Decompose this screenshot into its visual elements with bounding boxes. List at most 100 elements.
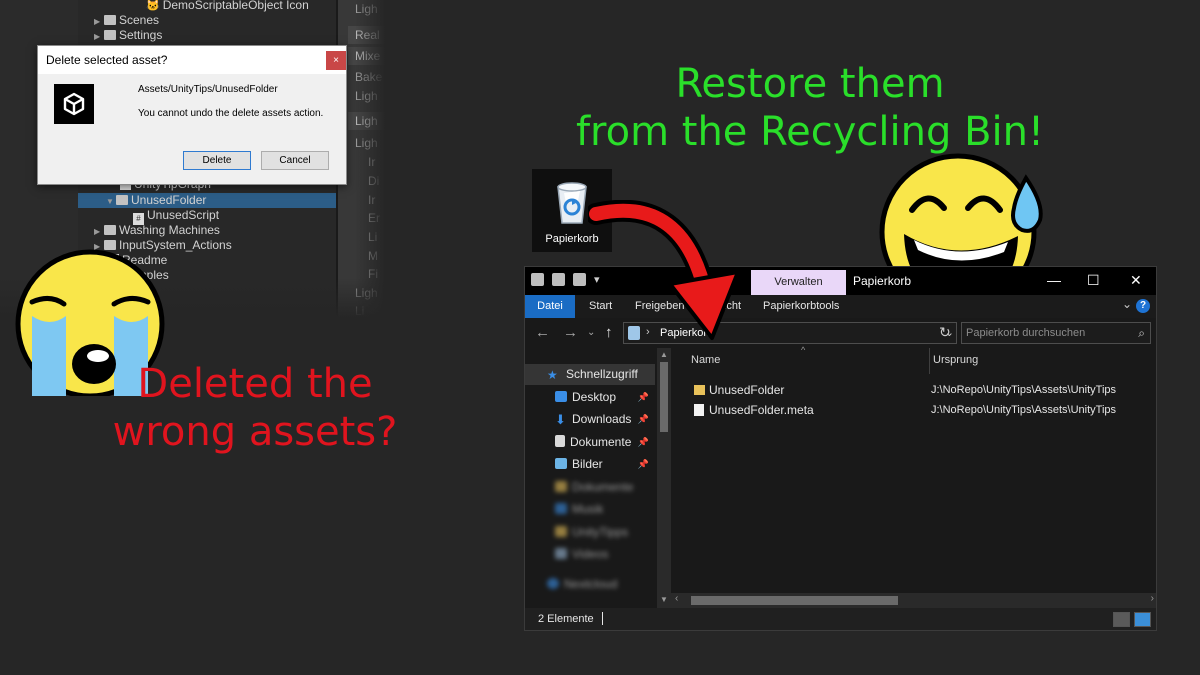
nav-item-label: UnityTipps [572, 525, 629, 539]
file-row[interactable]: UnusedFolder J:\NoRepo\UnityTips\Assets\… [691, 380, 1151, 400]
nav-pane-scrollbar[interactable]: ▲ ▼ [657, 348, 671, 608]
nav-item-blurred[interactable]: Musik [525, 499, 655, 520]
file-name: UnusedFolder [709, 383, 785, 397]
pin-icon[interactable]: 📌 [638, 454, 649, 475]
star-icon: ★ [547, 368, 558, 382]
tree-item-unused-folder[interactable]: ▼ UnusedFolder [78, 193, 336, 208]
folder-icon [104, 225, 116, 235]
new-folder-icon[interactable] [573, 273, 586, 286]
nav-item-label: Desktop [572, 390, 617, 404]
inspector-row: Ligh [355, 89, 378, 103]
expand-arrow-icon[interactable]: ▶ [94, 224, 104, 239]
inspector-header[interactable]: Ligh [348, 112, 385, 130]
forward-arrow-icon[interactable]: → [563, 324, 578, 341]
file-origin: J:\NoRepo\UnityTips\Assets\UnityTips [931, 404, 1117, 416]
column-header-name[interactable]: Name [691, 354, 720, 366]
folder-icon [555, 481, 567, 492]
dialog-path: Assets/UnityTips/UnusedFolder [138, 84, 278, 95]
tree-item-scenes[interactable]: ▶ Scenes [78, 13, 336, 28]
tree-item-settings[interactable]: ▶ Settings [78, 28, 336, 43]
inspector-row: Li [355, 304, 365, 318]
status-separator [602, 612, 603, 625]
close-icon[interactable]: ✕ [1130, 272, 1142, 289]
search-icon[interactable]: ⌕ [1138, 326, 1145, 341]
file-name: UnusedFolder.meta [709, 403, 814, 417]
delete-button[interactable]: Delete [183, 151, 251, 170]
inspector-header[interactable]: Real [348, 26, 385, 44]
folder-icon [104, 30, 116, 40]
file-list-hscrollbar[interactable]: ‹ › [671, 593, 1156, 608]
maximize-icon[interactable]: ☐ [1087, 272, 1100, 289]
recycle-bin-small-icon[interactable] [531, 273, 544, 286]
nav-item-blurred[interactable]: UnityTipps [525, 522, 655, 543]
nav-item-schnellzugriff[interactable]: ★ Schnellzugriff [525, 364, 655, 385]
pin-icon[interactable]: 📌 [638, 432, 649, 453]
pin-icon[interactable]: 📌 [638, 387, 649, 408]
inspector-row: M [368, 249, 378, 263]
tree-item-washing-machines[interactable]: ▶ Washing Machines [78, 223, 336, 238]
tree-item-demo-icon[interactable]: 🐱 DemoScriptableObject Icon [78, 0, 336, 13]
inspector-row: Er [368, 211, 380, 225]
search-placeholder: Papierkorb durchsuchen [966, 327, 1086, 339]
expand-arrow-icon[interactable]: ▶ [94, 29, 104, 44]
nav-item-label: Musik [572, 502, 604, 516]
minimize-icon[interactable]: — [1047, 272, 1061, 288]
dialog-title: Delete selected asset? [46, 53, 168, 67]
nav-item-label: Dokumente [572, 480, 634, 494]
download-icon: ⬇ [555, 412, 566, 427]
file-origin: J:\NoRepo\UnityTips\Assets\UnityTips [931, 384, 1117, 396]
column-divider[interactable] [929, 348, 930, 374]
column-header-origin[interactable]: Ursprung [933, 354, 978, 366]
dialog-titlebar: Delete selected asset? × [38, 46, 346, 74]
collapse-arrow-icon[interactable]: ▼ [106, 194, 116, 209]
help-icon[interactable]: ? [1136, 299, 1150, 313]
scrollbar-thumb[interactable] [691, 596, 898, 605]
nav-item-blurred[interactable]: Nextcloud [525, 574, 655, 595]
caption-line: Deleted the [137, 361, 373, 407]
properties-icon[interactable] [552, 273, 565, 286]
expand-arrow-icon[interactable]: ▶ [94, 14, 104, 29]
tree-item-unused-script[interactable]: # UnusedScript [78, 208, 336, 225]
search-box[interactable]: Papierkorb durchsuchen ⌕ [961, 322, 1151, 344]
window-title: Papierkorb [853, 274, 912, 288]
red-arrow-icon [585, 199, 748, 355]
caption-deleted: Deleted the wrong assets? [90, 360, 420, 456]
scroll-down-icon[interactable]: ▼ [660, 595, 668, 604]
document-icon [555, 435, 565, 447]
nav-item-dokumente[interactable]: Dokumente 📌 [525, 432, 655, 453]
nav-item-label: Downloads [572, 412, 632, 426]
tab-verwalten[interactable]: Verwalten [751, 270, 846, 295]
scroll-right-icon[interactable]: › [1151, 593, 1154, 604]
inspector-header[interactable]: Mixe [348, 47, 385, 65]
nav-item-blurred[interactable]: Videos [525, 544, 655, 565]
pictures-icon [555, 458, 567, 469]
nav-item-bilder[interactable]: Bilder 📌 [525, 454, 655, 475]
tab-papierkorbtools[interactable]: Papierkorbtools [753, 295, 849, 318]
inspector-row: Ligh [355, 136, 378, 150]
file-row[interactable]: UnusedFolder.meta J:\NoRepo\UnityTips\As… [691, 400, 1151, 420]
folder-icon [555, 526, 567, 537]
nav-item-desktop[interactable]: Desktop 📌 [525, 387, 655, 408]
unity-logo-icon [54, 84, 94, 124]
ribbon-expand-icon[interactable]: ⌄ [1122, 297, 1132, 311]
inspector-row: Fi [368, 267, 378, 281]
caption-line: wrong assets? [112, 409, 398, 455]
file-icon [694, 404, 704, 416]
pin-icon[interactable]: 📌 [638, 409, 649, 430]
tree-item-label: UnusedScript [147, 208, 220, 222]
close-icon[interactable]: × [326, 51, 346, 70]
nav-item-blurred[interactable]: Dokumente [525, 477, 655, 498]
tiles-view-icon[interactable] [1134, 612, 1151, 627]
asset-emoji-icon: 🐱 [146, 0, 160, 12]
scrollbar-thumb[interactable] [660, 362, 668, 432]
tab-datei[interactable]: Datei [525, 295, 575, 318]
refresh-icon[interactable]: ↻ [939, 324, 951, 341]
file-list: ^ Name Ursprung UnusedFolder J:\NoRepo\U… [671, 345, 1156, 593]
dialog-message: You cannot undo the delete assets action… [138, 108, 324, 119]
details-view-icon[interactable] [1113, 612, 1130, 627]
nav-item-downloads[interactable]: ⬇ Downloads 📌 [525, 409, 655, 430]
back-arrow-icon[interactable]: ← [535, 324, 550, 341]
caption-line: Restore them [675, 61, 945, 107]
cancel-button[interactable]: Cancel [261, 151, 329, 170]
scroll-left-icon[interactable]: ‹ [675, 593, 678, 604]
